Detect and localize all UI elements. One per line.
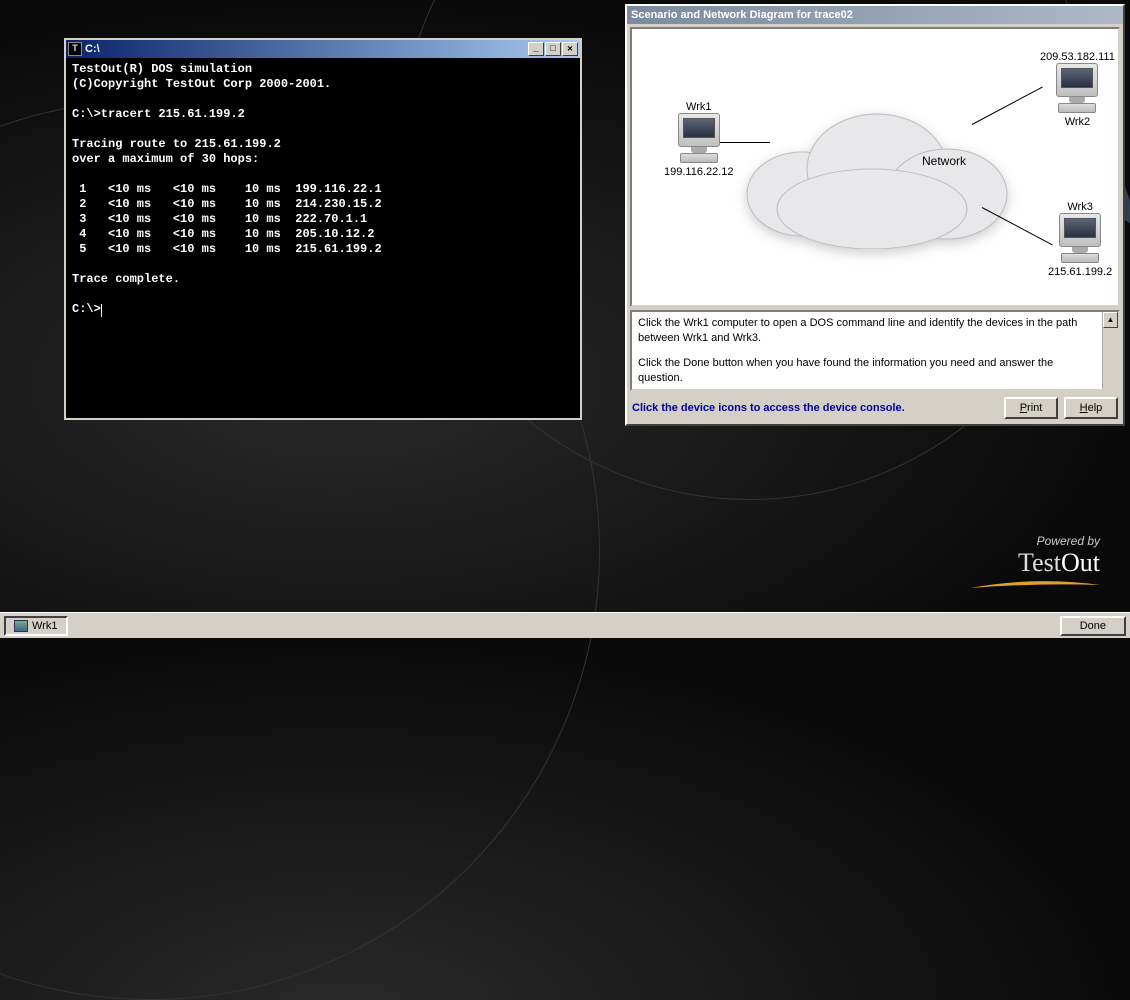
scenario-title: Scenario and Network Diagram for trace02	[631, 9, 853, 21]
scenario-bottom-bar: Click the device icons to access the dev…	[627, 394, 1123, 424]
node-wrk1[interactable]: Wrk1 199.116.22.12	[664, 101, 734, 178]
scenario-titlebar[interactable]: Scenario and Network Diagram for trace02	[627, 6, 1123, 24]
help-button[interactable]: Help	[1064, 397, 1118, 419]
dos-title: C:\	[85, 43, 528, 55]
node-ip: 209.53.182.111	[1040, 51, 1115, 63]
node-ip: 199.116.22.12	[664, 166, 734, 178]
scroll-up-icon[interactable]: ▲	[1103, 312, 1118, 328]
node-label: Wrk1	[664, 101, 734, 113]
dos-console[interactable]: TestOut(R) DOS simulation (C)Copyright T…	[66, 58, 580, 321]
dos-titlebar[interactable]: T C:\ _ □ ✕	[66, 40, 580, 58]
network-diagram: Network Wrk1 199.116.22.12 209.53.182.11…	[630, 27, 1120, 307]
close-button[interactable]: ✕	[562, 42, 578, 56]
node-wrk2[interactable]: 209.53.182.111 Wrk2	[1040, 49, 1115, 128]
brand-tagline: Powered by	[970, 534, 1100, 548]
scenario-window: Scenario and Network Diagram for trace02…	[625, 4, 1125, 426]
brand-text-right: Out	[1061, 548, 1100, 577]
brand-swoosh-icon	[970, 580, 1100, 590]
brand-text-left: Test	[1018, 548, 1061, 577]
dos-window: T C:\ _ □ ✕ TestOut(R) DOS simulation (C…	[64, 38, 582, 420]
task-label: Wrk1	[32, 620, 57, 632]
node-label: Wrk2	[1040, 116, 1115, 128]
scrollbar[interactable]: ▲	[1102, 312, 1118, 389]
computer-icon	[1056, 63, 1098, 97]
node-label: Wrk3	[1048, 201, 1112, 213]
done-button[interactable]: Done	[1060, 616, 1126, 636]
network-label: Network	[922, 154, 966, 168]
instructions-p2: Click the Done button when you have foun…	[638, 356, 1094, 386]
maximize-button[interactable]: □	[545, 42, 561, 56]
computer-icon	[1059, 213, 1101, 247]
node-ip: 215.61.199.2	[1048, 266, 1112, 278]
brand-logo: Powered by TestOut	[970, 534, 1100, 593]
hint-text: Click the device icons to access the dev…	[632, 402, 998, 414]
taskbar-task-wrk1[interactable]: Wrk1	[4, 616, 68, 636]
computer-icon	[14, 620, 28, 632]
computer-icon	[678, 113, 720, 147]
instructions-panel: Click the Wrk1 computer to open a DOS co…	[630, 310, 1120, 391]
minimize-button[interactable]: _	[528, 42, 544, 56]
print-button[interactable]: Print	[1004, 397, 1058, 419]
instructions-p1: Click the Wrk1 computer to open a DOS co…	[638, 316, 1094, 346]
dos-app-icon: T	[68, 42, 82, 56]
taskbar: Wrk1 Done	[0, 612, 1130, 638]
node-wrk3[interactable]: Wrk3 215.61.199.2	[1048, 201, 1112, 278]
